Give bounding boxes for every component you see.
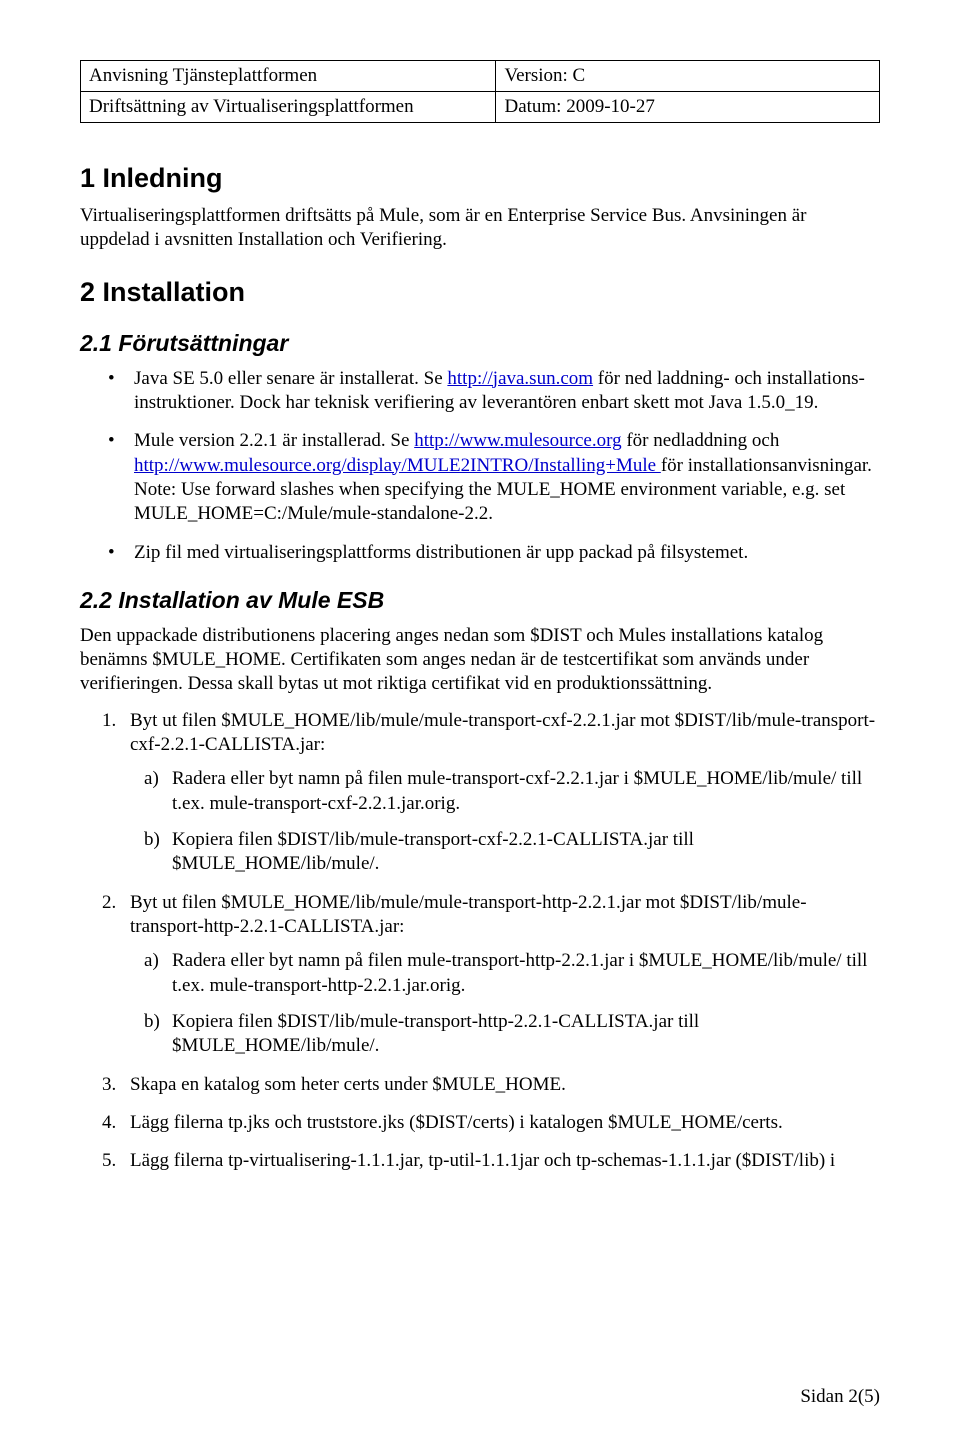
step-text: Byt ut filen $MULE_HOME/lib/mule/mule-tr…: [130, 892, 807, 937]
header-meta-table: Anvisning Tjänsteplattformen Version: C …: [80, 60, 880, 123]
heading-install-mule-esb: 2.2 Installation av Mule ESB: [80, 587, 880, 614]
text: Java SE 5.0 eller senare är installerat.…: [134, 368, 447, 389]
page-number: Sidan 2(5): [800, 1386, 880, 1408]
step-1a: Radera eller byt namn på filen mule-tran…: [144, 767, 880, 816]
heading-inledning: 1 Inledning: [80, 163, 880, 194]
text: för installationsanvisningar.: [661, 455, 872, 476]
prereq-item-java: Java SE 5.0 eller senare är installerat.…: [108, 367, 880, 416]
meta-cell-version: Version: C: [496, 61, 880, 92]
step-3: Skapa en katalog som heter certs under $…: [102, 1073, 880, 1097]
meta-cell-title: Anvisning Tjänsteplattformen: [81, 61, 496, 92]
step-1b: Kopiera filen $DIST/lib/mule-transport-c…: [144, 828, 880, 877]
step-5: Lägg filerna tp-virtualisering-1.1.1.jar…: [102, 1149, 880, 1173]
prereq-item-zip: Zip fil med virtualiseringsplattforms di…: [108, 541, 880, 565]
para-inledning: Virtualiseringsplattformen driftsätts på…: [80, 204, 880, 253]
meta-cell-date: Datum: 2009-10-27: [496, 92, 880, 123]
text: Mule version 2.2.1 är installerad. Se: [134, 430, 414, 451]
step-2a: Radera eller byt namn på filen mule-tran…: [144, 949, 880, 998]
install-steps: Byt ut filen $MULE_HOME/lib/mule/mule-tr…: [102, 709, 880, 1174]
heading-forutsattningar: 2.1 Förutsättningar: [80, 330, 880, 357]
step-2: Byt ut filen $MULE_HOME/lib/mule/mule-tr…: [102, 891, 880, 1059]
step-text: Byt ut filen $MULE_HOME/lib/mule/mule-tr…: [130, 710, 875, 755]
step-2b: Kopiera filen $DIST/lib/mule-transport-h…: [144, 1010, 880, 1059]
step-1-substeps: Radera eller byt namn på filen mule-tran…: [144, 767, 880, 876]
para-install-intro: Den uppackade distributionens placering …: [80, 624, 880, 697]
page-container: Anvisning Tjänsteplattformen Version: C …: [0, 0, 960, 1448]
meta-cell-subtitle: Driftsättning av Virtualiseringsplattfor…: [81, 92, 496, 123]
prereq-list: Java SE 5.0 eller senare är installerat.…: [108, 367, 880, 565]
text: för nedladdning och: [622, 430, 780, 451]
link-mulesource-install[interactable]: http://www.mulesource.org/display/MULE2I…: [134, 455, 661, 476]
step-4: Lägg filerna tp.jks och truststore.jks (…: [102, 1111, 880, 1135]
link-mulesource[interactable]: http://www.mulesource.org: [414, 430, 621, 451]
step-1: Byt ut filen $MULE_HOME/lib/mule/mule-tr…: [102, 709, 880, 877]
note-text: Note: Use forward slashes when specifyin…: [134, 479, 845, 524]
step-2-substeps: Radera eller byt namn på filen mule-tran…: [144, 949, 880, 1058]
prereq-item-mule: Mule version 2.2.1 är installerad. Se ht…: [108, 429, 880, 526]
link-java-sun[interactable]: http://java.sun.com: [447, 368, 593, 389]
heading-installation: 2 Installation: [80, 277, 880, 308]
